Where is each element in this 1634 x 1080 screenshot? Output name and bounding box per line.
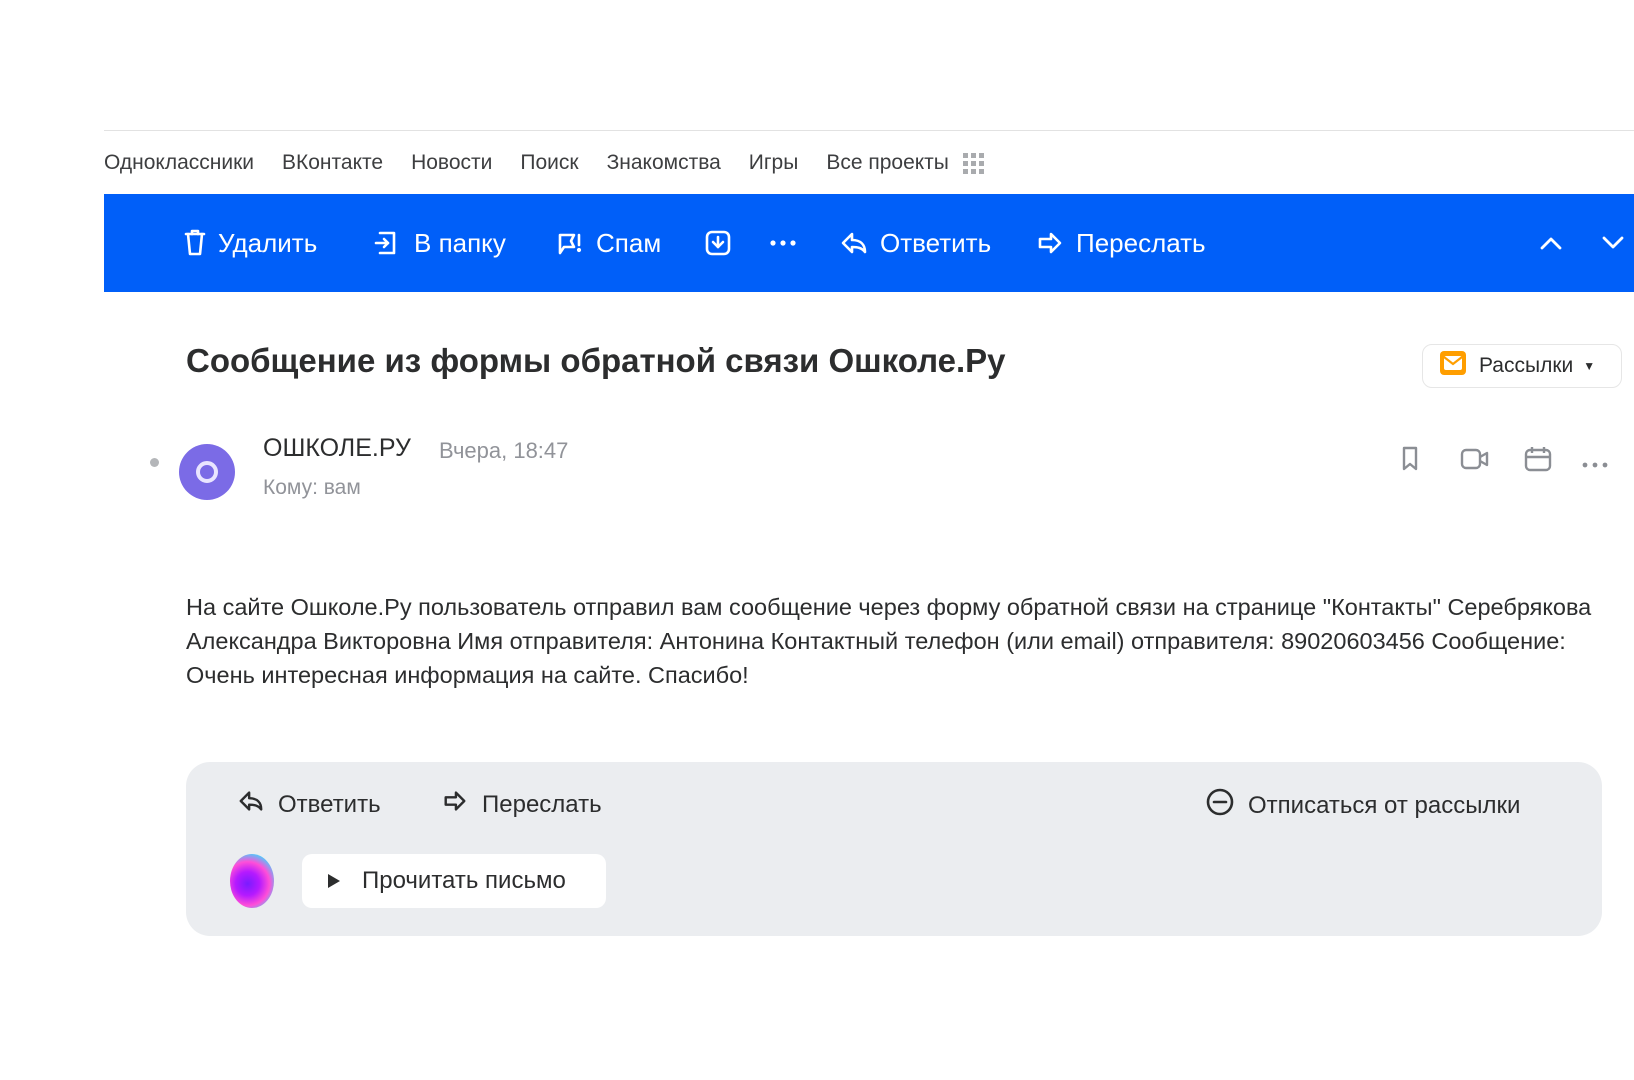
reply-label: Ответить	[278, 790, 381, 818]
sender-name[interactable]: ОШКОЛЕ.РУ	[263, 434, 411, 463]
recipient-line: Кому: вам	[263, 476, 361, 500]
message-subject: Сообщение из формы обратной связи Ошколе…	[186, 342, 1006, 379]
trash-icon	[184, 229, 206, 257]
read-aloud-button[interactable]: Прочитать письмо	[302, 854, 606, 908]
forward-button[interactable]: Переслать	[442, 788, 602, 821]
more-dots-icon	[770, 239, 796, 247]
message-action-panel: Ответить Переслать Отписаться от рассылк…	[186, 762, 1602, 936]
portal-link-vk[interactable]: ВКонтакте	[282, 151, 383, 175]
folder-move-icon	[374, 229, 402, 257]
chevron-down-icon	[1602, 236, 1624, 250]
grid-icon[interactable]	[962, 152, 984, 174]
play-icon	[328, 874, 340, 888]
forward-icon	[442, 788, 468, 821]
forward-label-toolbar: Переслать	[1076, 227, 1206, 258]
portal-link-news[interactable]: Новости	[411, 151, 492, 175]
spam-icon	[556, 229, 584, 257]
message-more-icon[interactable]	[1582, 456, 1608, 474]
portal-link-all-projects[interactable]: Все проекты	[826, 151, 949, 175]
recipient-prefix: Кому:	[263, 476, 318, 499]
portal-nav: Одноклассники ВКонтакте Новости Поиск Зн…	[104, 148, 984, 178]
forward-icon	[1036, 229, 1064, 257]
move-to-folder-label: В папку	[414, 227, 506, 258]
unsubscribe-label: Отписаться от рассылки	[1248, 791, 1521, 819]
recipient-value[interactable]: вам	[324, 476, 361, 499]
newsletter-icon	[1439, 350, 1467, 382]
category-newsletters-button[interactable]: Рассылки ▼	[1422, 344, 1622, 388]
message-body: На сайте Ошколе.Ру пользователь отправил…	[186, 594, 1592, 688]
read-aloud-label: Прочитать письмо	[362, 867, 566, 894]
spam-label: Спам	[596, 227, 662, 258]
reply-icon	[840, 229, 868, 257]
avatar[interactable]	[179, 444, 235, 500]
spam-button[interactable]: Спам	[556, 194, 661, 292]
forward-label: Переслать	[482, 790, 602, 818]
portal-link-ok[interactable]: Одноклассники	[104, 151, 254, 175]
reply-button-toolbar[interactable]: Ответить	[840, 194, 991, 292]
unread-indicator[interactable]	[150, 458, 159, 467]
chevron-up-icon	[1540, 236, 1562, 250]
delete-label: Удалить	[218, 227, 318, 258]
voice-assistant-icon[interactable]	[230, 854, 274, 908]
message-date: Вчера, 18:47	[439, 438, 569, 463]
reply-button[interactable]: Ответить	[238, 788, 381, 821]
category-label: Рассылки	[1479, 354, 1574, 377]
delete-button[interactable]: Удалить	[184, 194, 317, 292]
reply-label-toolbar: Ответить	[880, 227, 992, 258]
portal-link-search[interactable]: Поиск	[520, 151, 578, 175]
archive-icon	[704, 229, 732, 257]
forward-button-toolbar[interactable]: Переслать	[1036, 194, 1206, 292]
portal-link-games[interactable]: Игры	[749, 151, 799, 175]
more-actions-button[interactable]	[770, 194, 796, 292]
move-to-folder-button[interactable]: В папку	[374, 194, 506, 292]
archive-button[interactable]	[704, 194, 732, 292]
reply-icon	[238, 788, 264, 821]
unsubscribe-icon	[1206, 788, 1234, 823]
bookmark-icon[interactable]	[1400, 446, 1420, 477]
caret-down-icon: ▼	[1583, 359, 1596, 373]
message-toolbar: Удалить В папку Спам Ответить Переслать	[104, 194, 1634, 292]
portal-link-dating[interactable]: Знакомства	[607, 151, 721, 175]
next-message-button[interactable]	[1602, 194, 1624, 292]
top-divider	[104, 130, 1634, 131]
calendar-icon[interactable]	[1524, 446, 1552, 477]
unsubscribe-button[interactable]: Отписаться от рассылки	[1206, 788, 1520, 823]
previous-message-button[interactable]	[1540, 194, 1562, 292]
video-call-icon[interactable]	[1460, 446, 1490, 477]
